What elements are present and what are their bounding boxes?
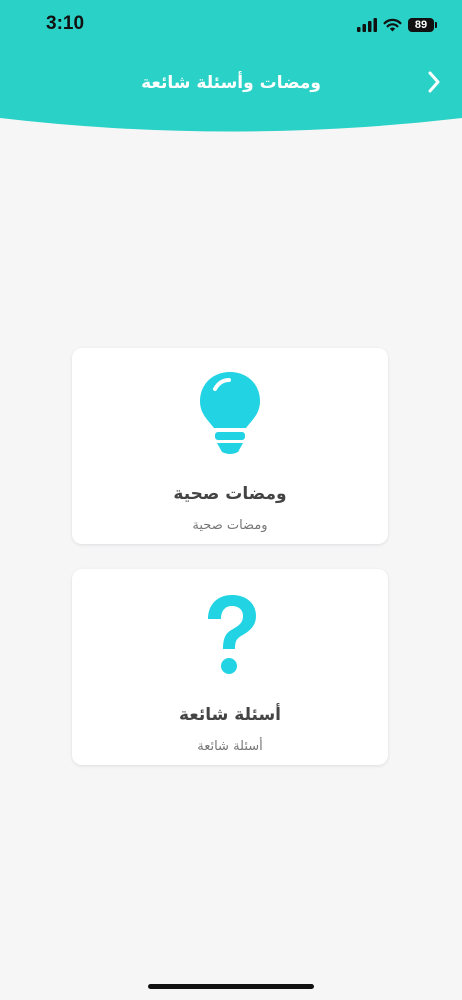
battery-icon: 89 (408, 18, 437, 32)
card-icon-wrapper (72, 589, 388, 679)
app-header: 3:10 89 ومضات وأسئلة شائعة (0, 0, 462, 135)
card-subtitle: ومضات صحية (192, 518, 268, 533)
faq-card[interactable]: أسئلة شائعة أسئلة شائعة (72, 569, 388, 765)
card-subtitle: أسئلة شائعة (197, 739, 263, 754)
lightbulb-icon (200, 372, 260, 454)
status-icons: 89 (357, 15, 437, 35)
back-button[interactable] (422, 68, 446, 96)
health-tips-card[interactable]: ومضات صحية ومضات صحية (72, 348, 388, 544)
status-time: 3:10 (46, 13, 85, 34)
card-title: أسئلة شائعة (178, 705, 282, 725)
cellular-signal-icon (357, 18, 377, 32)
card-icon-wrapper (72, 368, 388, 458)
home-indicator[interactable] (148, 984, 314, 989)
card-title: ومضات صحية (173, 484, 287, 504)
chevron-right-icon (428, 71, 440, 93)
status-bar: 3:10 89 (0, 0, 462, 50)
question-mark-icon (208, 595, 256, 674)
page-title: ومضات وأسئلة شائعة (141, 73, 321, 93)
wifi-icon (383, 18, 402, 32)
